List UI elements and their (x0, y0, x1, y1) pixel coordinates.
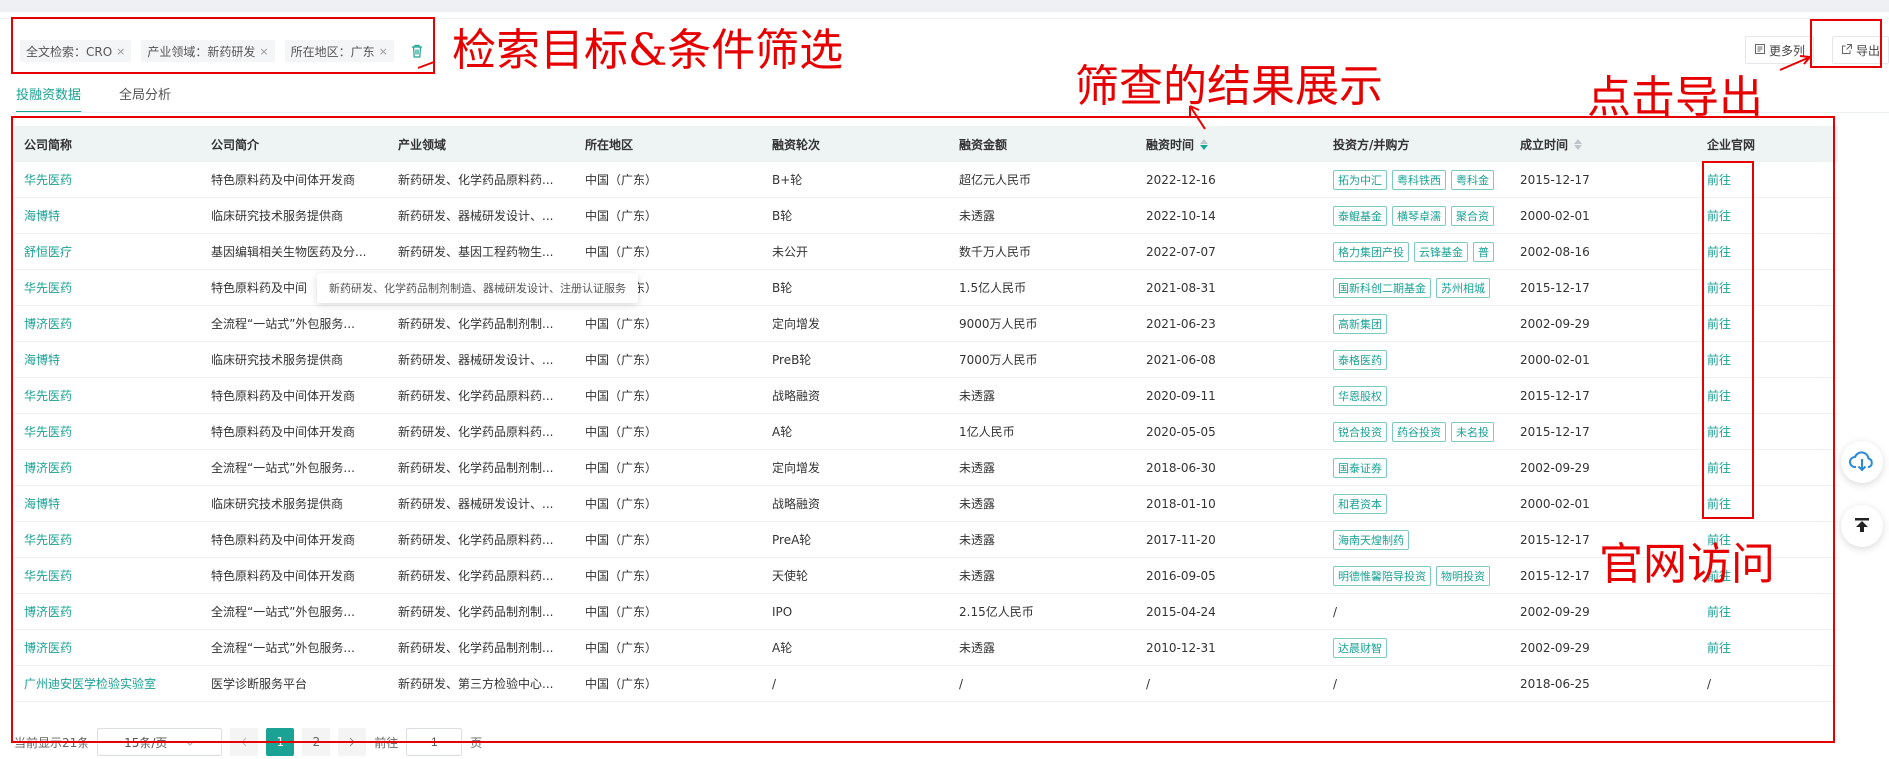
annotation-arrows (417, 55, 1811, 130)
